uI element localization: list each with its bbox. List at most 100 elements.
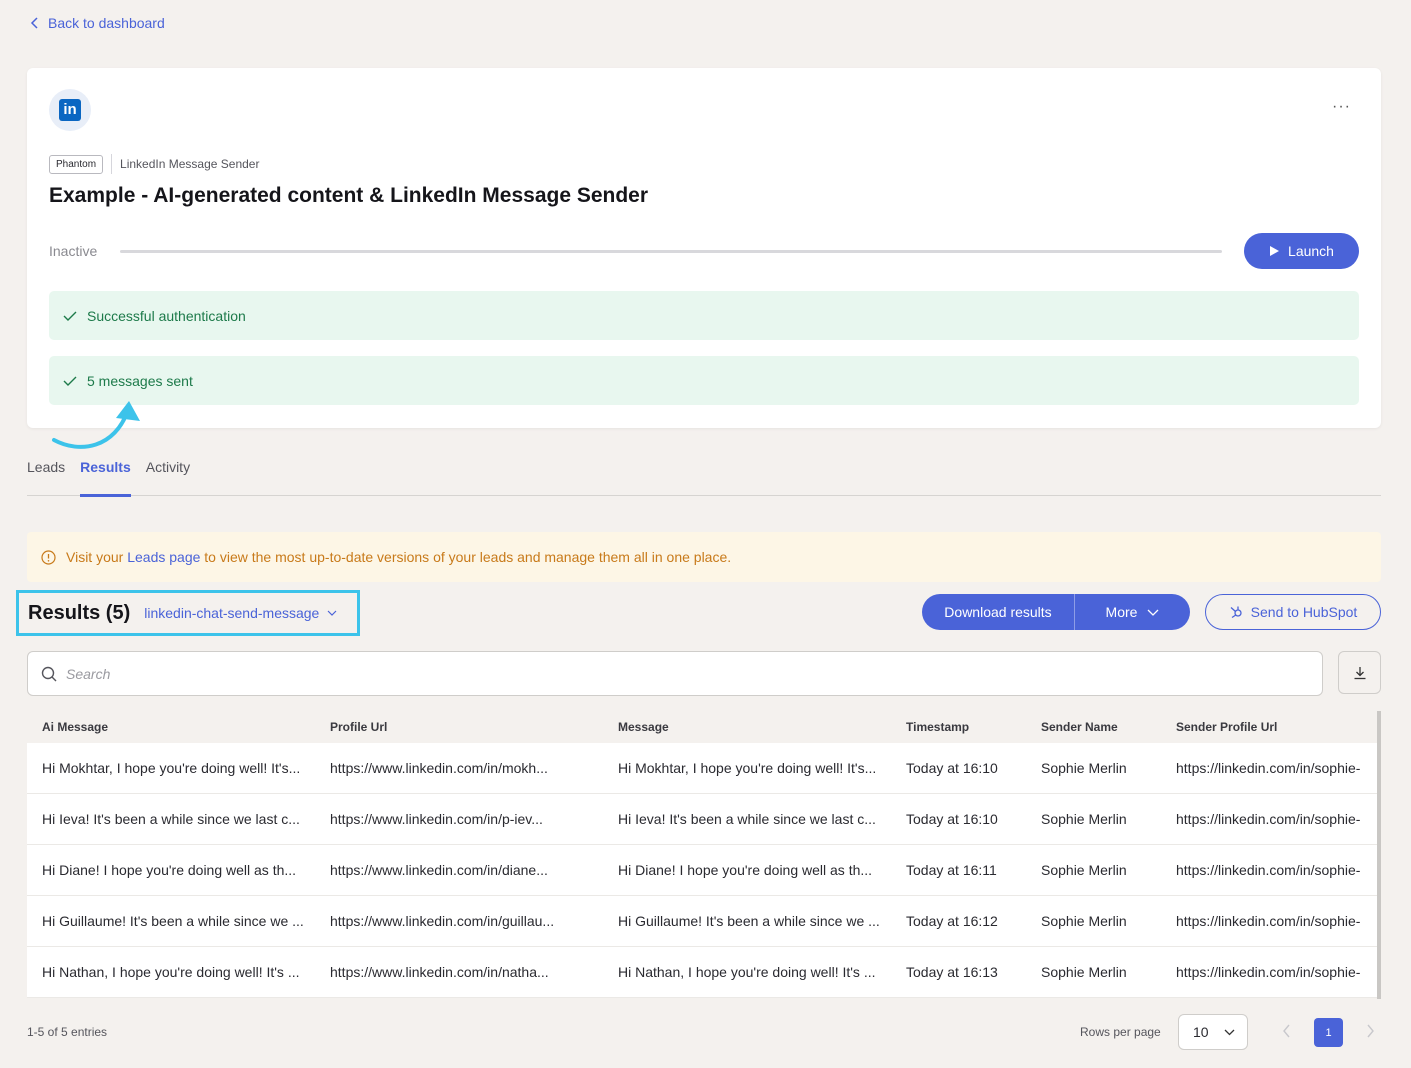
back-to-dashboard-link[interactable]: Back to dashboard xyxy=(30,15,165,31)
page-button-current[interactable]: 1 xyxy=(1314,1018,1343,1047)
send-to-hubspot-button[interactable]: Send to HubSpot xyxy=(1205,594,1381,630)
table-cell: https://linkedin.com/in/sophie- xyxy=(1176,964,1361,980)
chevron-left-icon xyxy=(30,17,38,29)
download-results-button[interactable]: Download results xyxy=(922,594,1075,630)
more-button[interactable]: More xyxy=(1075,594,1190,630)
tab-leads[interactable]: Leads xyxy=(27,456,65,496)
section-tabs: Leads Results Activity xyxy=(27,456,1381,497)
table-cell: Today at 16:10 xyxy=(906,760,998,776)
results-title: Results (5) xyxy=(28,601,131,624)
tab-activity[interactable]: Activity xyxy=(146,456,190,496)
launch-button[interactable]: Launch xyxy=(1244,233,1359,269)
table-cell: https://www.linkedin.com/in/natha... xyxy=(330,964,549,980)
table-cell: https://linkedin.com/in/sophie- xyxy=(1176,913,1361,929)
table-cell: Hi Mokhtar, I hope you're doing well! It… xyxy=(42,760,301,776)
rows-per-page-value: 10 xyxy=(1193,1024,1209,1040)
table-cell: Hi Ieva! It's been a while since we last… xyxy=(618,811,876,827)
phantom-card: in ··· Phantom LinkedIn Message Sender E… xyxy=(27,68,1381,428)
download-icon xyxy=(1354,666,1365,679)
table-cell: Today at 16:13 xyxy=(906,964,998,980)
previous-page-icon[interactable] xyxy=(1280,1022,1294,1040)
column-header[interactable]: Message xyxy=(603,720,891,734)
table-cell: Sophie Merlin xyxy=(1041,862,1127,878)
banner-prefix: Visit your xyxy=(66,549,128,565)
column-header[interactable]: Sender Name xyxy=(1026,720,1161,734)
table-cell: Hi Ieva! It's been a while since we last… xyxy=(42,811,300,827)
banner-text: Visit your Leads page to view the most u… xyxy=(66,549,731,565)
table-cell: https://www.linkedin.com/in/diane... xyxy=(330,862,548,878)
linkedin-logo: in xyxy=(49,89,91,131)
table-row[interactable]: Hi Ieva! It's been a while since we last… xyxy=(27,794,1381,845)
status-row: Inactive Launch xyxy=(49,233,1359,269)
download-label: Download results xyxy=(944,604,1052,620)
entries-count: 1-5 of 5 entries xyxy=(27,1025,108,1039)
column-header[interactable]: Sender Profile Url xyxy=(1161,720,1381,734)
more-options-icon[interactable]: ··· xyxy=(1332,98,1351,116)
phantom-tag: Phantom xyxy=(49,154,104,174)
table-cell: Today at 16:11 xyxy=(906,862,997,878)
table-row[interactable]: Hi Diane! I hope you're doing well as th… xyxy=(27,845,1381,896)
phantom-type-label: LinkedIn Message Sender xyxy=(120,157,260,171)
check-icon xyxy=(63,311,77,321)
table-cell: https://www.linkedin.com/in/guillau... xyxy=(330,913,555,929)
table-cell: Sophie Merlin xyxy=(1041,913,1127,929)
play-icon xyxy=(1270,246,1280,256)
column-header[interactable]: Ai Message xyxy=(27,720,315,734)
table-cell: Hi Guillaume! It's been a while since we… xyxy=(42,913,304,929)
search-icon xyxy=(41,666,57,681)
progress-bar xyxy=(120,249,1222,253)
leads-page-link[interactable]: Leads page xyxy=(127,549,200,565)
table-cell: Hi Mokhtar, I hope you're doing well! It… xyxy=(618,760,877,776)
results-table: Ai Message Profile Url Message Timestamp… xyxy=(27,711,1381,999)
tag-row: Phantom LinkedIn Message Sender xyxy=(49,154,259,174)
table-row[interactable]: Hi Mokhtar, I hope you're doing well! It… xyxy=(27,743,1381,794)
chevron-down-icon xyxy=(1224,1029,1235,1035)
table-cell: https://linkedin.com/in/sophie- xyxy=(1176,760,1361,776)
search-field xyxy=(27,651,1323,696)
horizontal-scrollbar[interactable] xyxy=(1377,711,1381,999)
linkedin-icon: in xyxy=(59,99,81,121)
results-actions: Download results More xyxy=(922,594,1190,630)
table-cell: https://linkedin.com/in/sophie- xyxy=(1176,862,1361,878)
tag-divider xyxy=(111,154,113,174)
table-cell: Hi Diane! I hope you're doing well as th… xyxy=(618,862,873,878)
hubspot-icon xyxy=(1230,606,1242,619)
messages-sent-notice: 5 messages sent xyxy=(49,356,1359,405)
next-page-icon[interactable] xyxy=(1363,1022,1377,1040)
table-row[interactable]: Hi Nathan, I hope you're doing well! It'… xyxy=(27,947,1381,998)
table-cell: https://www.linkedin.com/in/mokh... xyxy=(330,760,548,776)
column-header[interactable]: Profile Url xyxy=(315,720,603,734)
table-header: Ai Message Profile Url Message Timestamp… xyxy=(27,711,1381,743)
table-cell: Sophie Merlin xyxy=(1041,760,1127,776)
phantom-title: Example - AI-generated content & LinkedI… xyxy=(49,184,649,207)
leads-info-banner: Visit your Leads page to view the most u… xyxy=(27,532,1381,582)
chevron-down-icon xyxy=(327,610,337,616)
rows-per-page-select[interactable]: 10 xyxy=(1178,1014,1248,1050)
export-button[interactable] xyxy=(1338,651,1381,694)
table-cell: Today at 16:12 xyxy=(906,913,998,929)
table-cell: https://linkedin.com/in/sophie- xyxy=(1176,811,1361,827)
tab-results[interactable]: Results xyxy=(80,456,131,497)
info-icon xyxy=(41,549,56,565)
table-row[interactable]: Hi Guillaume! It's been a while since we… xyxy=(27,896,1381,947)
table-cell: Sophie Merlin xyxy=(1041,811,1127,827)
chevron-down-icon xyxy=(1147,609,1159,616)
results-header: Results (5) linkedin-chat-send-message xyxy=(16,590,360,636)
table-cell: https://www.linkedin.com/in/p-iev... xyxy=(330,811,543,827)
result-set-selector[interactable]: linkedin-chat-send-message xyxy=(144,605,337,621)
auth-success-notice: Successful authentication xyxy=(49,291,1359,340)
table-cell: Hi Nathan, I hope you're doing well! It'… xyxy=(42,964,300,980)
table-cell: Hi Guillaume! It's been a while since we… xyxy=(618,913,880,929)
notice-text: 5 messages sent xyxy=(87,372,193,389)
banner-suffix: to view the most up-to-date versions of … xyxy=(200,549,732,565)
column-header[interactable]: Timestamp xyxy=(891,720,1026,734)
search-input[interactable] xyxy=(66,665,1266,682)
table-cell: Today at 16:10 xyxy=(906,811,998,827)
more-label: More xyxy=(1105,604,1138,620)
rows-per-page-label: Rows per page xyxy=(1080,1025,1161,1039)
hubspot-label: Send to HubSpot xyxy=(1250,604,1358,620)
annotation-arrow-icon xyxy=(52,401,140,449)
table-cell: Hi Diane! I hope you're doing well as th… xyxy=(42,862,297,878)
status-label: Inactive xyxy=(49,243,98,259)
check-icon xyxy=(63,376,77,386)
